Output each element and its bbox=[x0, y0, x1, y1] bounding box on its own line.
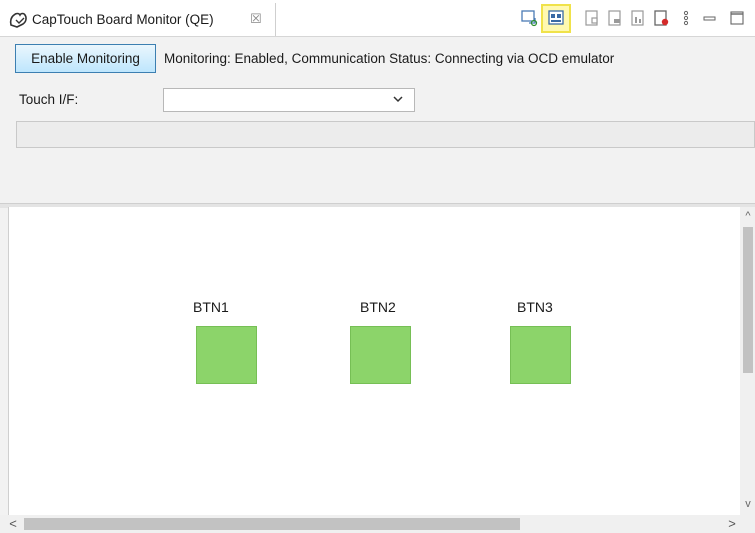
touch-if-label: Touch I/F: bbox=[19, 92, 79, 107]
scroll-right-icon[interactable]: > bbox=[725, 517, 739, 531]
btn3-label: BTN3 bbox=[517, 299, 553, 315]
show-board-icon[interactable] bbox=[547, 9, 565, 27]
close-icon[interactable]: ☒ bbox=[250, 11, 262, 27]
monitoring-status-text: Monitoring: Enabled, Communication Statu… bbox=[164, 51, 615, 66]
view-icon-1[interactable] bbox=[583, 9, 601, 27]
monitor-refresh-icon[interactable] bbox=[520, 9, 538, 27]
btn2-label: BTN2 bbox=[360, 299, 396, 315]
btn1-label: BTN1 bbox=[193, 299, 229, 315]
view-icon-record[interactable] bbox=[652, 9, 670, 27]
view-menu-icon[interactable] bbox=[677, 9, 695, 27]
btn2-indicator[interactable] bbox=[350, 326, 411, 384]
horizontal-scrollbar[interactable]: < > bbox=[0, 515, 755, 533]
tab-captouch-board-monitor[interactable]: CapTouch Board Monitor (QE) ☒ bbox=[0, 3, 276, 36]
chevron-down-icon bbox=[393, 96, 403, 103]
view-tab-bar: CapTouch Board Monitor (QE) ☒ bbox=[0, 0, 755, 37]
minimize-icon[interactable] bbox=[701, 9, 719, 27]
captouch-hand-icon bbox=[9, 12, 27, 28]
maximize-icon[interactable] bbox=[728, 9, 746, 27]
btn1-indicator[interactable] bbox=[196, 326, 257, 384]
enable-monitoring-button[interactable]: Enable Monitoring bbox=[15, 44, 156, 73]
vertical-scrollbar[interactable]: ^ v bbox=[740, 207, 755, 515]
btn3-indicator[interactable] bbox=[510, 326, 571, 384]
view-icon-3[interactable] bbox=[629, 9, 647, 27]
status-bar-field bbox=[16, 121, 755, 148]
monitor-control-panel: Enable Monitoring Monitoring: Enabled, C… bbox=[0, 37, 755, 202]
view-icon-2[interactable] bbox=[606, 9, 624, 27]
horizontal-scroll-thumb[interactable] bbox=[24, 518, 520, 530]
scroll-up-icon[interactable]: ^ bbox=[742, 210, 754, 222]
board-canvas: BTN1 BTN2 BTN3 bbox=[8, 207, 740, 515]
tab-title: CapTouch Board Monitor (QE) bbox=[32, 12, 214, 27]
captouch-board-monitor-view: CapTouch Board Monitor (QE) ☒ Enable Mon… bbox=[0, 0, 755, 533]
scroll-down-icon[interactable]: v bbox=[742, 498, 754, 510]
scroll-left-icon[interactable]: < bbox=[6, 517, 20, 531]
vertical-scroll-thumb[interactable] bbox=[743, 227, 753, 373]
touch-if-select[interactable] bbox=[163, 88, 415, 112]
